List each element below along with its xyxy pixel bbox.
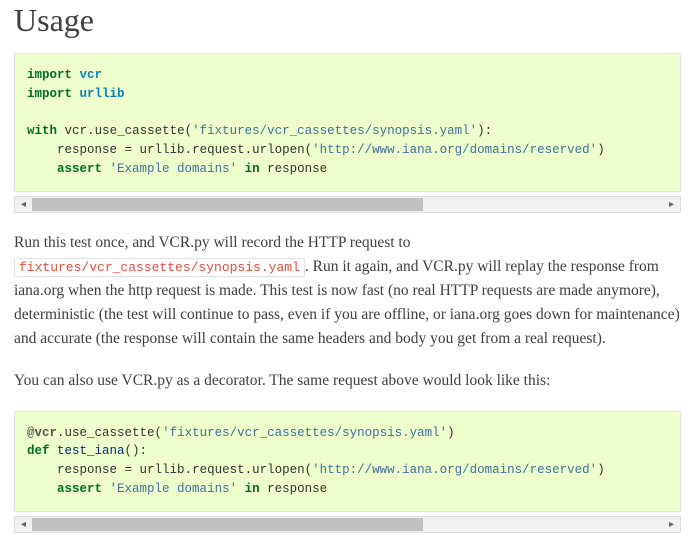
punct: . (185, 463, 193, 477)
punct: ) (447, 426, 455, 440)
kw-with: with (27, 124, 57, 138)
paragraph-1: Run this test once, and VCR.py will reco… (14, 231, 681, 351)
kw-in: in (245, 482, 260, 496)
code-block-2: @vcr.use_cassette('fixtures/vcr_cassette… (14, 411, 681, 512)
inline-code-path: fixtures/vcr_cassettes/synopsis.yaml (14, 258, 305, 277)
punct: . (185, 143, 193, 157)
name: request (192, 463, 245, 477)
name: urlopen (252, 143, 305, 157)
string: 'fixtures/vcr_cassettes/synopsis.yaml' (192, 124, 477, 138)
name: response (57, 463, 117, 477)
punct: (): (125, 444, 148, 458)
kw-def: def (27, 444, 50, 458)
mod-vcr: vcr (80, 68, 103, 82)
punct: ( (305, 463, 313, 477)
punct: ) (597, 463, 605, 477)
string: 'Example domains' (110, 162, 238, 176)
punct: ): (477, 124, 492, 138)
punct: . (87, 124, 95, 138)
string: 'Example domains' (110, 482, 238, 496)
scroll-left-arrow-icon[interactable]: ◂ (15, 197, 32, 212)
scroll-thumb[interactable] (32, 518, 423, 531)
decorator: @vcr (27, 426, 57, 440)
horizontal-scrollbar[interactable]: ◂ ▸ (14, 516, 681, 533)
kw-import: import (27, 68, 72, 82)
page-title: Usage (14, 0, 681, 39)
punct: ( (185, 124, 193, 138)
text: Run this test once, and VCR.py will reco… (14, 234, 410, 251)
name: use_cassette (65, 426, 155, 440)
punct: ( (305, 143, 313, 157)
func-name: test_iana (57, 444, 125, 458)
scroll-right-arrow-icon[interactable]: ▸ (663, 197, 680, 212)
name: vcr (65, 124, 88, 138)
scroll-track[interactable] (32, 517, 663, 532)
name: response (267, 162, 327, 176)
punct: = (117, 143, 140, 157)
scroll-left-arrow-icon[interactable]: ◂ (15, 517, 32, 532)
name: urlopen (252, 463, 305, 477)
punct: . (57, 426, 65, 440)
punct: . (245, 143, 253, 157)
scroll-thumb[interactable] (32, 198, 423, 211)
string: 'http://www.iana.org/domains/reserved' (312, 143, 597, 157)
punct: ( (155, 426, 163, 440)
kw-in: in (245, 162, 260, 176)
kw-import: import (27, 87, 72, 101)
name: response (267, 482, 327, 496)
kw-assert: assert (57, 162, 102, 176)
string: 'http://www.iana.org/domains/reserved' (312, 463, 597, 477)
name: response (57, 143, 117, 157)
punct: ) (597, 143, 605, 157)
string: 'fixtures/vcr_cassettes/synopsis.yaml' (162, 426, 447, 440)
doc-container: Usage import vcr import urllib with vcr.… (0, 0, 695, 547)
horizontal-scrollbar[interactable]: ◂ ▸ (14, 196, 681, 213)
name: urllib (140, 143, 185, 157)
mod-urllib: urllib (80, 87, 125, 101)
name: use_cassette (95, 124, 185, 138)
name: request (192, 143, 245, 157)
scroll-track[interactable] (32, 197, 663, 212)
name: urllib (140, 463, 185, 477)
kw-assert: assert (57, 482, 102, 496)
punct: = (117, 463, 140, 477)
scroll-right-arrow-icon[interactable]: ▸ (663, 517, 680, 532)
code-block-1: import vcr import urllib with vcr.use_ca… (14, 53, 681, 192)
punct: . (245, 463, 253, 477)
paragraph-2: You can also use VCR.py as a decorator. … (14, 369, 681, 393)
